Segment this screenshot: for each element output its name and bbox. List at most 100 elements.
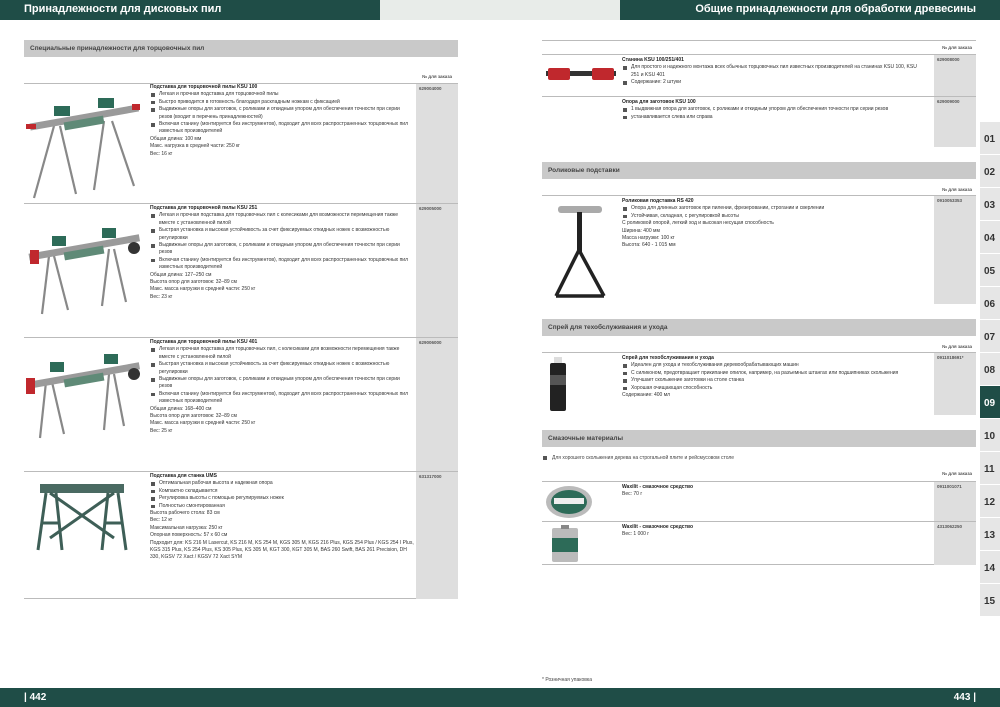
chapter-tabs: 01 02 03 04 05 06 07 08 09 10 11 12 13 1… (980, 122, 1000, 617)
waxilit-70-order-code: 0911001071 (934, 482, 976, 522)
waxilit-70-title: Waxilit - смазочное средство (622, 484, 694, 490)
rs-420-details: Роликовая подставка RS 420 Опора для дли… (622, 198, 932, 250)
spray-can-image (542, 355, 582, 413)
spray-title: Спрей для техобслуживания и ухода (622, 355, 714, 361)
spray-details: Спрей для техобслуживания и ухода Идеале… (622, 355, 932, 399)
ksu-401-bullet: Легкая и прочная подставка для торцовочн… (150, 346, 414, 361)
chapter-tab-02[interactable]: 02 (980, 155, 1000, 188)
waxilit-1000-spec: Вес: 1 000 г (622, 531, 650, 538)
spray-order-code: 0911018691* (934, 353, 976, 415)
left-page-number: | 442 (24, 692, 47, 703)
ksu-mount-bullet: Содержание: 2 штуки (622, 79, 922, 86)
ksu-251-details: Подставка для торцовочной пилы KSU 251 Л… (150, 205, 414, 301)
chapter-tab-06[interactable]: 06 (980, 287, 1000, 320)
chapter-tab-12[interactable]: 12 (980, 485, 1000, 518)
chapter-tab-05[interactable]: 05 (980, 254, 1000, 287)
product-ksu-mount: Станина KSU 100/251/401 Для простого и н… (542, 54, 976, 97)
product-ksu-401: Подставка для торцовочной пилы KSU 401 Л… (24, 337, 458, 472)
spray-bullet: С силиконом, предотвращает прикипание оп… (622, 370, 932, 377)
ksu-401-spec: Вес: 25 кг (150, 427, 173, 434)
left-column: Специальные принадлежности для торцовочн… (24, 40, 458, 599)
product-ksu-100-support: Опора для заготовок KSU 100 1 выдвижная … (542, 96, 976, 147)
ksu-mount-details: Станина KSU 100/251/401 Для простого и н… (622, 57, 922, 87)
ksu-100-bullet: Включая станину (монтируется без инструм… (150, 121, 412, 136)
ksu-100-bullet: Быстро приводится в готовность благодаря… (150, 99, 412, 106)
ksu-100-spec: Вес: 16 кг (150, 150, 173, 157)
order-number-header: № для заказа (941, 187, 972, 192)
rs-420-spec: С роликовой опорой, легкий ход и высокая… (622, 220, 774, 227)
ksu-401-bullet: Включая станину (монтируется без инструм… (150, 391, 414, 406)
ksu-251-bullet: Быстрая установка и высокая устойчивость… (150, 227, 414, 242)
footnote-retail-packaging: * Розничная упаковка (542, 677, 593, 683)
rs-420-bullet: Устойчивая, складная, с регулировкой выс… (622, 213, 932, 220)
ksu-100-support-title: Опора для заготовок KSU 100 (622, 99, 696, 105)
waxilit-70-details: Waxilit - смазочное средство Вес: 70 г (622, 484, 922, 499)
ksu-401-image (24, 342, 144, 442)
ums-stand-bullet: Полностью смонтированная (150, 503, 414, 510)
ksu-mount-image (546, 59, 616, 89)
ksu-251-image (24, 214, 144, 324)
chapter-tab-10[interactable]: 10 (980, 419, 1000, 452)
chapter-tab-14[interactable]: 14 (980, 551, 1000, 584)
waxilit-1000-order-code: 4313062250 (934, 522, 976, 565)
ums-stand-details: Подставка для станка UMS Оптимальная раб… (150, 473, 414, 562)
chapter-tab-04[interactable]: 04 (980, 221, 1000, 254)
rs-420-spec: Масса нагрузки: 100 кг (622, 235, 675, 242)
ksu-mount-bullet: Для простого и надежного монтажа всех об… (622, 64, 922, 79)
chapter-tab-07[interactable]: 07 (980, 320, 1000, 353)
rs-420-spec: Ширина: 400 мм (622, 227, 660, 234)
ksu-100-bullet: Легкая и прочная подставка для торцовочн… (150, 91, 412, 98)
rs-420-bullet: Опора для длинных заготовок при пилении,… (622, 205, 932, 212)
right-column: № для заказа Станина KSU 100/251/401 Для… (542, 40, 976, 565)
ksu-100-support-bullet: 1 выдвижная опора для заготовок, с ролик… (622, 106, 932, 113)
product-waxilit-70: Waxilit - смазочное средство Вес: 70 г 0… (542, 481, 976, 522)
ksu-100-spec: Макс. нагрузка в средней части: 250 кг (150, 143, 241, 150)
chapter-tab-03[interactable]: 03 (980, 188, 1000, 221)
lubricants-note: Для хорошего скольжения дерева на строга… (542, 447, 976, 467)
rs-420-spec: Высота: 640 - 1 015 мм (622, 242, 676, 249)
ksu-401-spec: Общая длина: 168–400 см (150, 405, 212, 412)
rs-420-title: Роликовая подставка RS 420 (622, 198, 694, 204)
chapter-tab-01[interactable]: 01 (980, 122, 1000, 155)
ksu-401-bullet: Выдвижные опоры для заготовок, с роликам… (150, 376, 414, 391)
ksu-401-details: Подставка для торцовочной пилы KSU 401 Л… (150, 339, 414, 435)
ksu-251-spec: Вес: 23 кг (150, 293, 173, 300)
product-rs-420: Роликовая подставка RS 420 Опора для дли… (542, 195, 976, 304)
ksu-100-bullet: Выдвижные опоры для заготовок, с роликам… (150, 106, 412, 121)
ums-stand-image (32, 478, 132, 558)
ksu-251-order-code: 629005000 (416, 204, 458, 338)
spray-bullet: Хорошая очищающая способность (622, 385, 932, 392)
right-page-number: 443 | (953, 692, 976, 703)
ums-stand-spec: Высота рабочего стола: 83 см (150, 510, 220, 517)
ums-stand-spec: Максимальная нагрузка: 250 кг (150, 524, 223, 531)
right-page-title: Общие принадлежности для обработки древе… (695, 3, 976, 15)
footer-bar (0, 688, 1000, 707)
ksu-100-support-bullet: устанавливается слева или справа (622, 114, 932, 121)
chapter-tab-15[interactable]: 15 (980, 584, 1000, 617)
waxilit-1000-details: Waxilit - смазочное средство Вес: 1 000 … (622, 524, 922, 539)
section-title-lubricants: Смазочные материалы (542, 430, 976, 447)
ksu-100-image (24, 86, 144, 204)
chapter-tab-08[interactable]: 08 (980, 353, 1000, 386)
ksu-100-details: Подставка для торцовочной пилы KSU 100 Л… (150, 84, 412, 158)
ums-stand-order-code: 631317000 (416, 472, 458, 599)
ums-stand-title: Подставка для станка UMS (150, 473, 217, 479)
chapter-tab-09[interactable]: 09 (980, 386, 1000, 419)
ksu-401-bullet: Быстрая установка и высокая устойчивость… (150, 361, 414, 376)
product-ksu-100: Подставка для торцовочной пилы KSU 100 Л… (24, 83, 458, 204)
spray-spec: Содержание: 400 мл (622, 392, 671, 399)
ksu-251-spec: Макс. масса нагрузки в средней части: 25… (150, 286, 256, 293)
ksu-251-bullet: Легкая и прочная подставка для торцовочн… (150, 212, 414, 227)
order-number-header: № для заказа (941, 471, 972, 476)
order-number-header: № для заказа (542, 40, 976, 54)
chapter-tab-13[interactable]: 13 (980, 518, 1000, 551)
waxilit-can-image (546, 524, 586, 564)
ums-stand-bullet: Компактно складывается (150, 488, 414, 495)
left-page-title: Принадлежности для дисковых пил (24, 3, 222, 15)
waxilit-70-spec: Вес: 70 г (622, 491, 643, 498)
ums-stand-spec: Опорная поверхность: 57 x 60 см (150, 532, 228, 539)
order-number-header: № для заказа (421, 74, 452, 79)
ums-stand-spec: Вес: 12 кг (150, 517, 173, 524)
spray-bullet: Идеален для ухода и техобслуживания дере… (622, 362, 932, 369)
chapter-tab-11[interactable]: 11 (980, 452, 1000, 485)
